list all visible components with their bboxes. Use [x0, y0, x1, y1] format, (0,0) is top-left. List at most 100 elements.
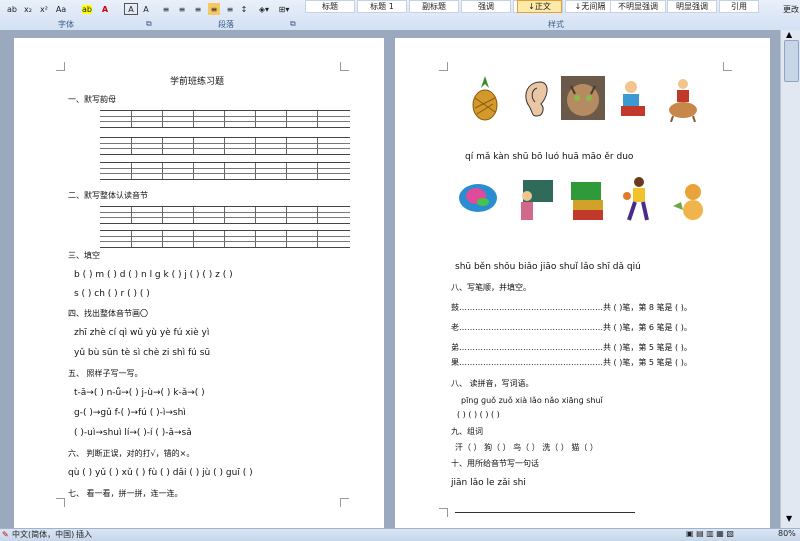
- section-7-heading: 七、 看一看，拼一拼，连一连。: [68, 489, 183, 498]
- stroke-row: 弟………………………………………………共 ( )笔，第 5 笔是 ( )。: [451, 343, 692, 352]
- view-buttons[interactable]: ▣ ▤ ▥ ▦ ▧: [686, 529, 734, 538]
- section-1-heading: 一、默写韵母: [68, 95, 116, 104]
- fill-row-1: b ( ) m ( ) d ( ) n l g k ( ) j ( ) ( ) …: [74, 270, 233, 280]
- style-title[interactable]: 标题: [305, 0, 355, 13]
- teacher-picture[interactable]: [513, 178, 555, 224]
- margin-corner: [439, 62, 448, 71]
- example-row-3: ( )-uì→shuì lí→( )-í ( )-ǎ→sǎ: [74, 428, 192, 438]
- section-8a-heading: 八、写笔顺，并填空。: [451, 283, 531, 292]
- align-left-button[interactable]: ≡: [160, 3, 172, 15]
- section-10-heading: 十、用所给音节写一句话: [451, 459, 539, 468]
- style-subtle-emphasis[interactable]: 不明显强调: [610, 0, 666, 13]
- fill-row-2: s ( ) ch ( ) r ( ) ( ): [74, 289, 150, 299]
- language-status[interactable]: 中文(简体，中国): [12, 529, 74, 540]
- books-picture[interactable]: [569, 178, 607, 224]
- cowboy-horse-picture[interactable]: [665, 76, 701, 122]
- style-emphasis[interactable]: 强调: [461, 0, 511, 13]
- writing-lines: [100, 162, 350, 180]
- writing-lines: [100, 230, 350, 248]
- section-8b-heading: 八、 读拼音，写词语。: [451, 379, 534, 388]
- char-border-button[interactable]: A: [124, 3, 138, 15]
- style-no-spacing[interactable]: ↓无间隔: [565, 0, 615, 13]
- paragraph-dialog-launcher-icon[interactable]: ⧉: [290, 19, 296, 29]
- globe-picture[interactable]: [457, 178, 499, 218]
- zoom-level[interactable]: 80%: [778, 529, 796, 538]
- line-spacing-button[interactable]: ↕: [238, 3, 250, 15]
- section-6-heading: 六、 判断正误，对的打√，错的×。: [68, 449, 195, 458]
- scroll-up-icon[interactable]: ▲: [786, 30, 792, 39]
- writing-lines: [100, 137, 350, 155]
- pinyin-words-row: pīnɡ ɡuǒ zuǒ xià lǎo nǎo xiānɡ shuǐ: [461, 396, 603, 405]
- judge-row: qù ( ) yǔ ( ) xǔ ( ) fù ( ) dǎi ( ) jù (…: [68, 468, 253, 478]
- insert-mode-status[interactable]: 插入: [76, 529, 92, 540]
- paragraph-group-label: 段落: [218, 20, 234, 29]
- section-9-heading: 九、组词: [451, 427, 483, 436]
- styles-gallery: 标题 标题 1 副标题 强调 要点 ↓正文 ↓无间隔 不明显强调 明显强调 引用: [305, 0, 780, 15]
- stroke-row: 鼓………………………………………………共 ( )笔，第 8 笔是 ( )。: [451, 303, 692, 312]
- status-bar: ✎ 中文(简体，中国) 插入 ▣ ▤ ▥ ▦ ▧ 80%: [0, 528, 800, 541]
- justify-button[interactable]: ≡: [208, 3, 220, 15]
- distributed-button[interactable]: ≡: [224, 3, 236, 15]
- document-workspace: 学前班练习题 一、默写韵母 二、默写整体认读音节 三、填空 b ( ) m ( …: [0, 30, 800, 528]
- style-quote[interactable]: 引用: [719, 0, 759, 13]
- style-intense-emphasis[interactable]: 明显强调: [667, 0, 717, 13]
- syllable-row-1: zhī zhè cí qì wǔ yù yè fú xiè yì: [74, 328, 210, 338]
- bear-watering-picture[interactable]: [671, 180, 709, 222]
- pineapple-picture[interactable]: [469, 74, 501, 122]
- section-3-heading: 三、填空: [68, 251, 100, 260]
- strikethrough-button[interactable]: ab: [6, 3, 18, 15]
- align-center-button[interactable]: ≡: [176, 3, 188, 15]
- stroke-row: 老………………………………………………共 ( )笔，第 6 笔是 ( )。: [451, 323, 692, 332]
- group-words-row: 汗（ ） 狗（ ） 鸟（ ） 洗（ ） 猫（ ）: [455, 443, 598, 452]
- style-heading-1[interactable]: 标题 1: [357, 0, 407, 13]
- children-reading-picture[interactable]: [617, 78, 649, 120]
- margin-corner: [56, 498, 65, 507]
- subscript-button[interactable]: x₂: [22, 3, 34, 15]
- ribbon-group-labels: 字体 ⧉ 段落 ⧉ 样式: [0, 18, 800, 30]
- font-group-label: 字体: [58, 20, 74, 29]
- margin-corner: [723, 62, 732, 71]
- proofing-icon[interactable]: ✎: [2, 530, 9, 539]
- superscript-button[interactable]: x²: [38, 3, 50, 15]
- font-dialog-launcher-icon[interactable]: ⧉: [146, 19, 152, 29]
- syllable-row-2: yǔ bù sūn tè sì chè zi shì fú sū: [74, 348, 211, 358]
- sentence-pinyin-row: jiān lǎo le zǎi shi: [451, 478, 526, 488]
- vertical-scrollbar[interactable]: ▲ ▼: [780, 30, 800, 528]
- pinyin-row-1: qí mǎ kàn shū bō luó huā māo ěr duo: [465, 152, 634, 162]
- example-row-2: g-( )→gǔ f-( )→fú ( )-ì→shì: [74, 408, 186, 418]
- section-2-heading: 二、默写整体认读音节: [68, 191, 148, 200]
- borders-button[interactable]: ⊞▾: [276, 3, 292, 15]
- section-5-heading: 五、 照样子写一写。: [68, 369, 143, 378]
- page-title: 学前班练习题: [170, 77, 225, 87]
- section-4-heading: 四、找出整体音节画〇: [68, 309, 148, 318]
- scroll-down-icon[interactable]: ▼: [786, 514, 792, 523]
- margin-corner: [439, 508, 448, 517]
- sentence-answer-line: [455, 512, 635, 513]
- pinyin-row-2: shū běn shǒu biǎo jiāo shuǐ lǎo shī dǎ q…: [455, 262, 641, 272]
- ear-picture[interactable]: [519, 78, 551, 118]
- change-styles-button[interactable]: 更改: [782, 3, 800, 15]
- highlight-button[interactable]: ab: [80, 3, 94, 15]
- shading-button[interactable]: ◈▾: [256, 3, 272, 15]
- style-normal-selected[interactable]: ↓正文: [517, 0, 562, 13]
- margin-corner: [56, 62, 65, 71]
- writing-lines: [100, 110, 350, 128]
- align-right-button[interactable]: ≡: [192, 3, 204, 15]
- basketball-player-picture[interactable]: [623, 176, 653, 224]
- cat-picture[interactable]: [561, 76, 605, 120]
- page-2[interactable]: qí mǎ kàn shū bō luó huā māo ěr duo shū …: [395, 38, 770, 528]
- ribbon: ab x₂ x² Aa ab A A A ≡ ≡ ≡ ≡ ≡ ↕ ◈▾ ⊞▾ 标…: [0, 0, 800, 31]
- char-shading-button[interactable]: A: [140, 3, 152, 15]
- change-case-button[interactable]: Aa: [54, 3, 68, 15]
- margin-corner: [340, 498, 349, 507]
- example-row-1: t-ā→( ) n-ǚ→( ) j-ù→( ) k-ǎ→( ): [74, 388, 205, 398]
- font-color-button[interactable]: A: [98, 3, 112, 15]
- style-subtitle[interactable]: 副标题: [409, 0, 459, 13]
- stroke-row: 果………………………………………………共 ( )笔，第 5 笔是 ( )。: [451, 358, 692, 367]
- styles-group-label: 样式: [548, 20, 564, 29]
- scroll-thumb[interactable]: [784, 40, 799, 82]
- answer-blanks-row: ( ) ( ) ( ) ( ): [457, 410, 500, 419]
- page-1[interactable]: 学前班练习题 一、默写韵母 二、默写整体认读音节 三、填空 b ( ) m ( …: [14, 38, 384, 528]
- writing-lines: [100, 206, 350, 224]
- margin-corner: [340, 62, 349, 71]
